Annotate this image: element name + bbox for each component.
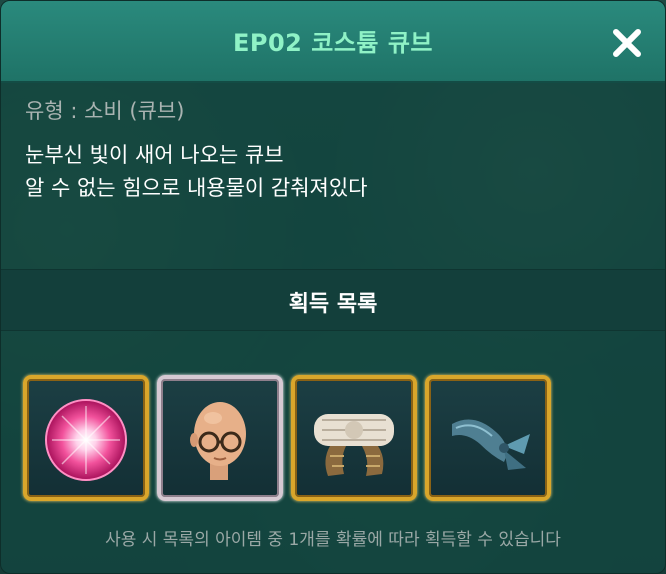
bandage-roll-icon [314,414,394,476]
item-description-line: 알 수 없는 힘으로 내용물이 감춰져있다 [25,176,368,200]
item-info-dialog: EP02 코스튬 큐브 유형 : 소비 (큐브) 눈부신 빛이 새어 나오는 큐… [0,0,666,574]
dialog-title: EP02 코스튬 큐브 [233,29,433,57]
pink-orb-icon [45,399,127,481]
reward-slot-scarf[interactable] [425,375,551,501]
close-button[interactable] [605,21,649,65]
usage-note: 사용 시 목록의 아이템 중 1개를 확률에 따라 획득할 수 있습니다 [105,530,561,550]
blue-scarf-icon [452,419,530,470]
reward-slot-bandage[interactable] [291,375,417,501]
acquisition-list-title: 획득 목록 [288,292,378,317]
reward-slot-pink-orb[interactable] [23,375,149,501]
dialog-titlebar: EP02 코스튬 큐브 [1,1,665,83]
reward-slot-head-glasses[interactable] [157,375,283,501]
acquisition-list-header: 획득 목록 [1,269,665,331]
item-type: 유형 : 소비 (큐브) [25,99,185,123]
close-icon [613,29,641,57]
item-description-line: 눈부신 빛이 새어 나오는 큐브 [25,143,284,167]
bald-head-glasses-icon [190,402,246,480]
